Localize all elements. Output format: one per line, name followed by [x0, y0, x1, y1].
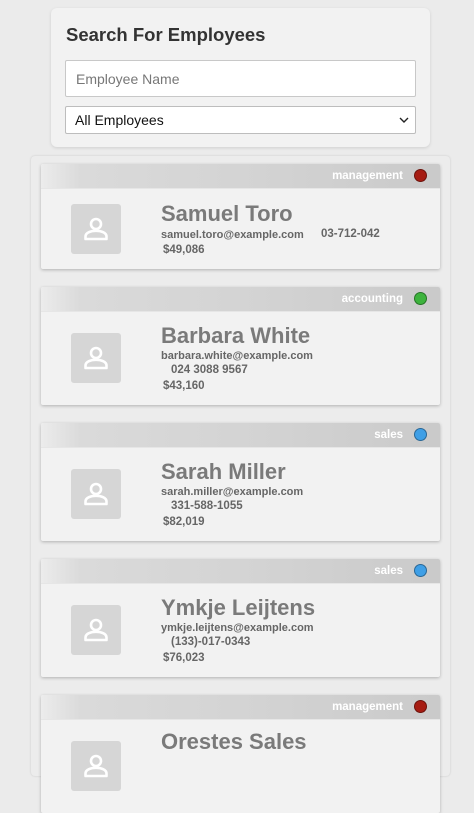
employee-email: barbara.white@example.com — [161, 350, 313, 362]
department-label: management — [332, 170, 403, 182]
employee-card[interactable]: sales Ymkje Leijtens ymkje.leijtens@exam… — [41, 559, 440, 677]
employee-phone: 03-712-042 — [321, 228, 380, 240]
card-header: management — [41, 695, 440, 720]
avatar — [71, 204, 121, 254]
employee-name: Sarah Miller — [161, 459, 286, 484]
employee-name: Samuel Toro — [161, 201, 293, 226]
card-header: accounting — [41, 287, 440, 312]
employee-card[interactable]: management Orestes Sales — [41, 695, 440, 813]
department-status-dot-icon — [414, 292, 427, 305]
search-title: Search For Employees — [66, 24, 266, 45]
department-status-dot-icon — [414, 169, 427, 182]
employee-salary: $49,086 — [163, 244, 205, 256]
department-label: accounting — [341, 293, 403, 305]
avatar — [71, 469, 121, 519]
department-label: management — [332, 701, 403, 713]
search-panel: Search For Employees All Employees — [51, 8, 430, 147]
employee-card[interactable]: sales Sarah Miller sarah.miller@example.… — [41, 423, 440, 541]
employee-filter-value: All Employees — [75, 112, 164, 128]
avatar — [71, 741, 121, 791]
employee-salary: $43,160 — [163, 380, 205, 392]
employee-filter-select[interactable]: All Employees — [65, 106, 416, 134]
card-header: management — [41, 164, 440, 189]
employee-phone: 024 3088 9567 — [171, 364, 248, 376]
avatar — [71, 333, 121, 383]
person-placeholder-icon — [84, 346, 108, 370]
employee-card[interactable]: accounting Barbara White barbara.white@e… — [41, 287, 440, 405]
employee-list: management Samuel Toro samuel.toro@examp… — [31, 156, 450, 813]
department-status-dot-icon — [414, 700, 427, 713]
card-header: sales — [41, 423, 440, 448]
employee-salary: $76,023 — [163, 652, 205, 664]
employee-name: Ymkje Leijtens — [161, 595, 316, 620]
department-label: sales — [374, 565, 403, 577]
person-placeholder-icon — [84, 217, 108, 241]
employee-name: Barbara White — [161, 323, 311, 348]
department-status-dot-icon — [414, 564, 427, 577]
person-placeholder-icon — [84, 754, 108, 778]
chevron-down-icon — [399, 117, 409, 123]
person-placeholder-icon — [84, 618, 108, 642]
employee-salary: $82,019 — [163, 516, 205, 528]
employee-email: sarah.miller@example.com — [161, 486, 304, 498]
card-header: sales — [41, 559, 440, 584]
employee-name-input[interactable] — [65, 60, 416, 97]
department-status-dot-icon — [414, 428, 427, 441]
employee-card[interactable]: management Samuel Toro samuel.toro@examp… — [41, 164, 440, 269]
person-placeholder-icon — [84, 482, 108, 506]
employee-name: Orestes Sales — [161, 729, 307, 754]
employee-phone: 331-588-1055 — [171, 500, 243, 512]
department-label: sales — [374, 429, 403, 441]
employee-email: samuel.toro@example.com — [161, 229, 304, 241]
employee-phone: (133)-017-0343 — [171, 636, 251, 648]
employee-email: ymkje.leijtens@example.com — [161, 622, 314, 634]
avatar — [71, 605, 121, 655]
